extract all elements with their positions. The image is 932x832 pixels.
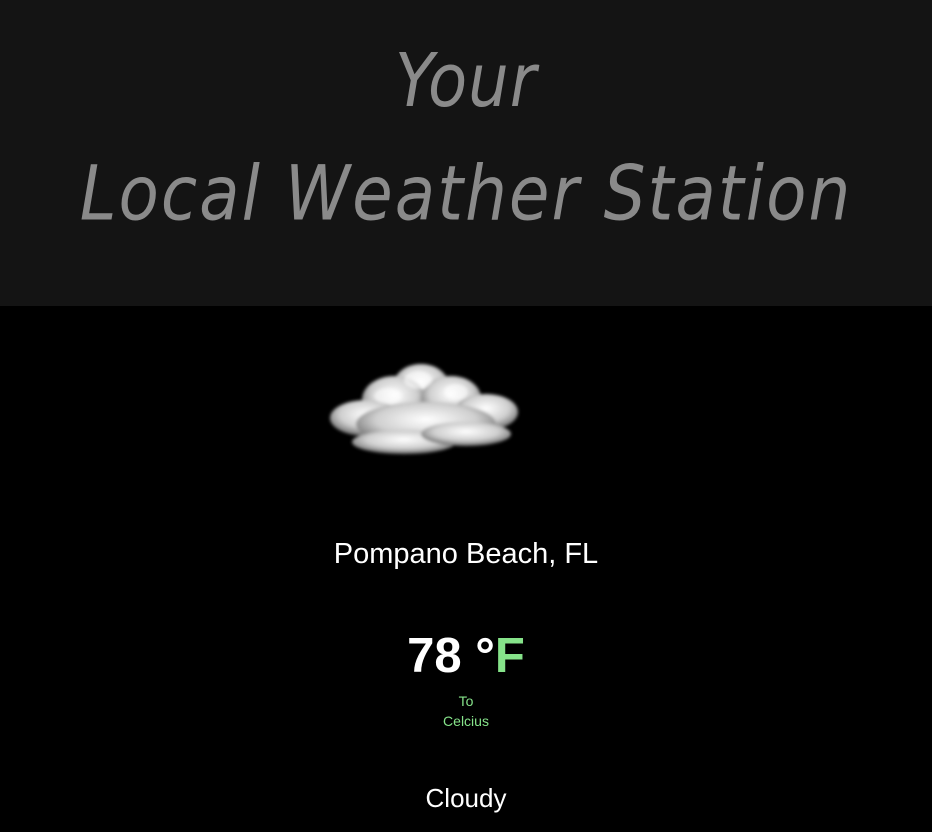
title-line-2: Local Weather Station: [79, 149, 853, 238]
cloud-icon: [330, 364, 518, 454]
weather-panel: Pompano Beach, FL 78 °F To Celcius Cloud…: [0, 306, 932, 832]
title-line-1: Your: [394, 39, 538, 125]
temperature-value: 78: [407, 629, 462, 683]
page-header: Your Local Weather Station: [0, 0, 932, 306]
temperature-display: 78 °F: [0, 626, 932, 686]
location-label: Pompano Beach, FL: [333, 538, 599, 570]
temperature-unit: F: [494, 629, 525, 683]
degree-symbol: °: [475, 629, 495, 683]
toggle-label-line1: To: [458, 693, 474, 709]
toggle-label-line2: Celcius: [443, 713, 489, 729]
unit-toggle-button[interactable]: To Celcius: [416, 691, 516, 731]
weather-condition: Cloudy: [425, 783, 507, 813]
